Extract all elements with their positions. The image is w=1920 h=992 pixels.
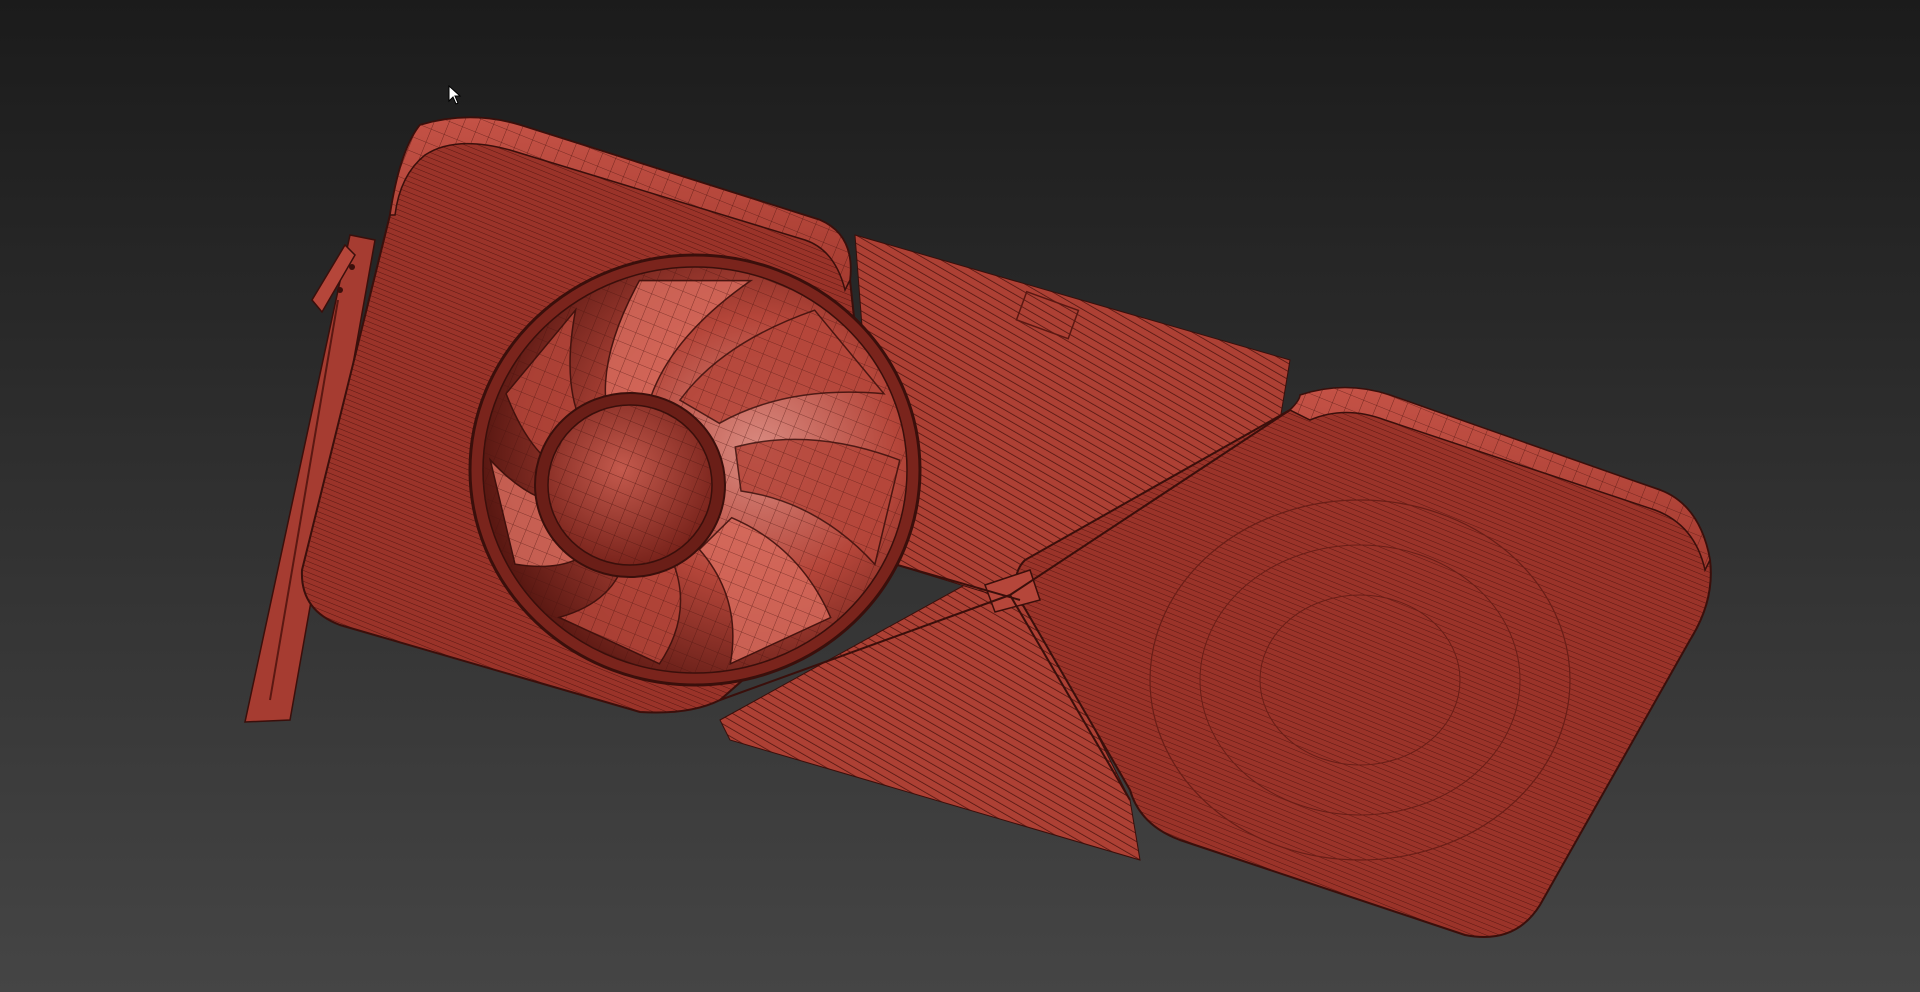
graphics-card-model[interactable] bbox=[0, 0, 1920, 992]
cooling-fan bbox=[468, 253, 922, 687]
3d-viewport[interactable] bbox=[0, 0, 1920, 992]
arrow-pointer-icon bbox=[448, 85, 462, 105]
